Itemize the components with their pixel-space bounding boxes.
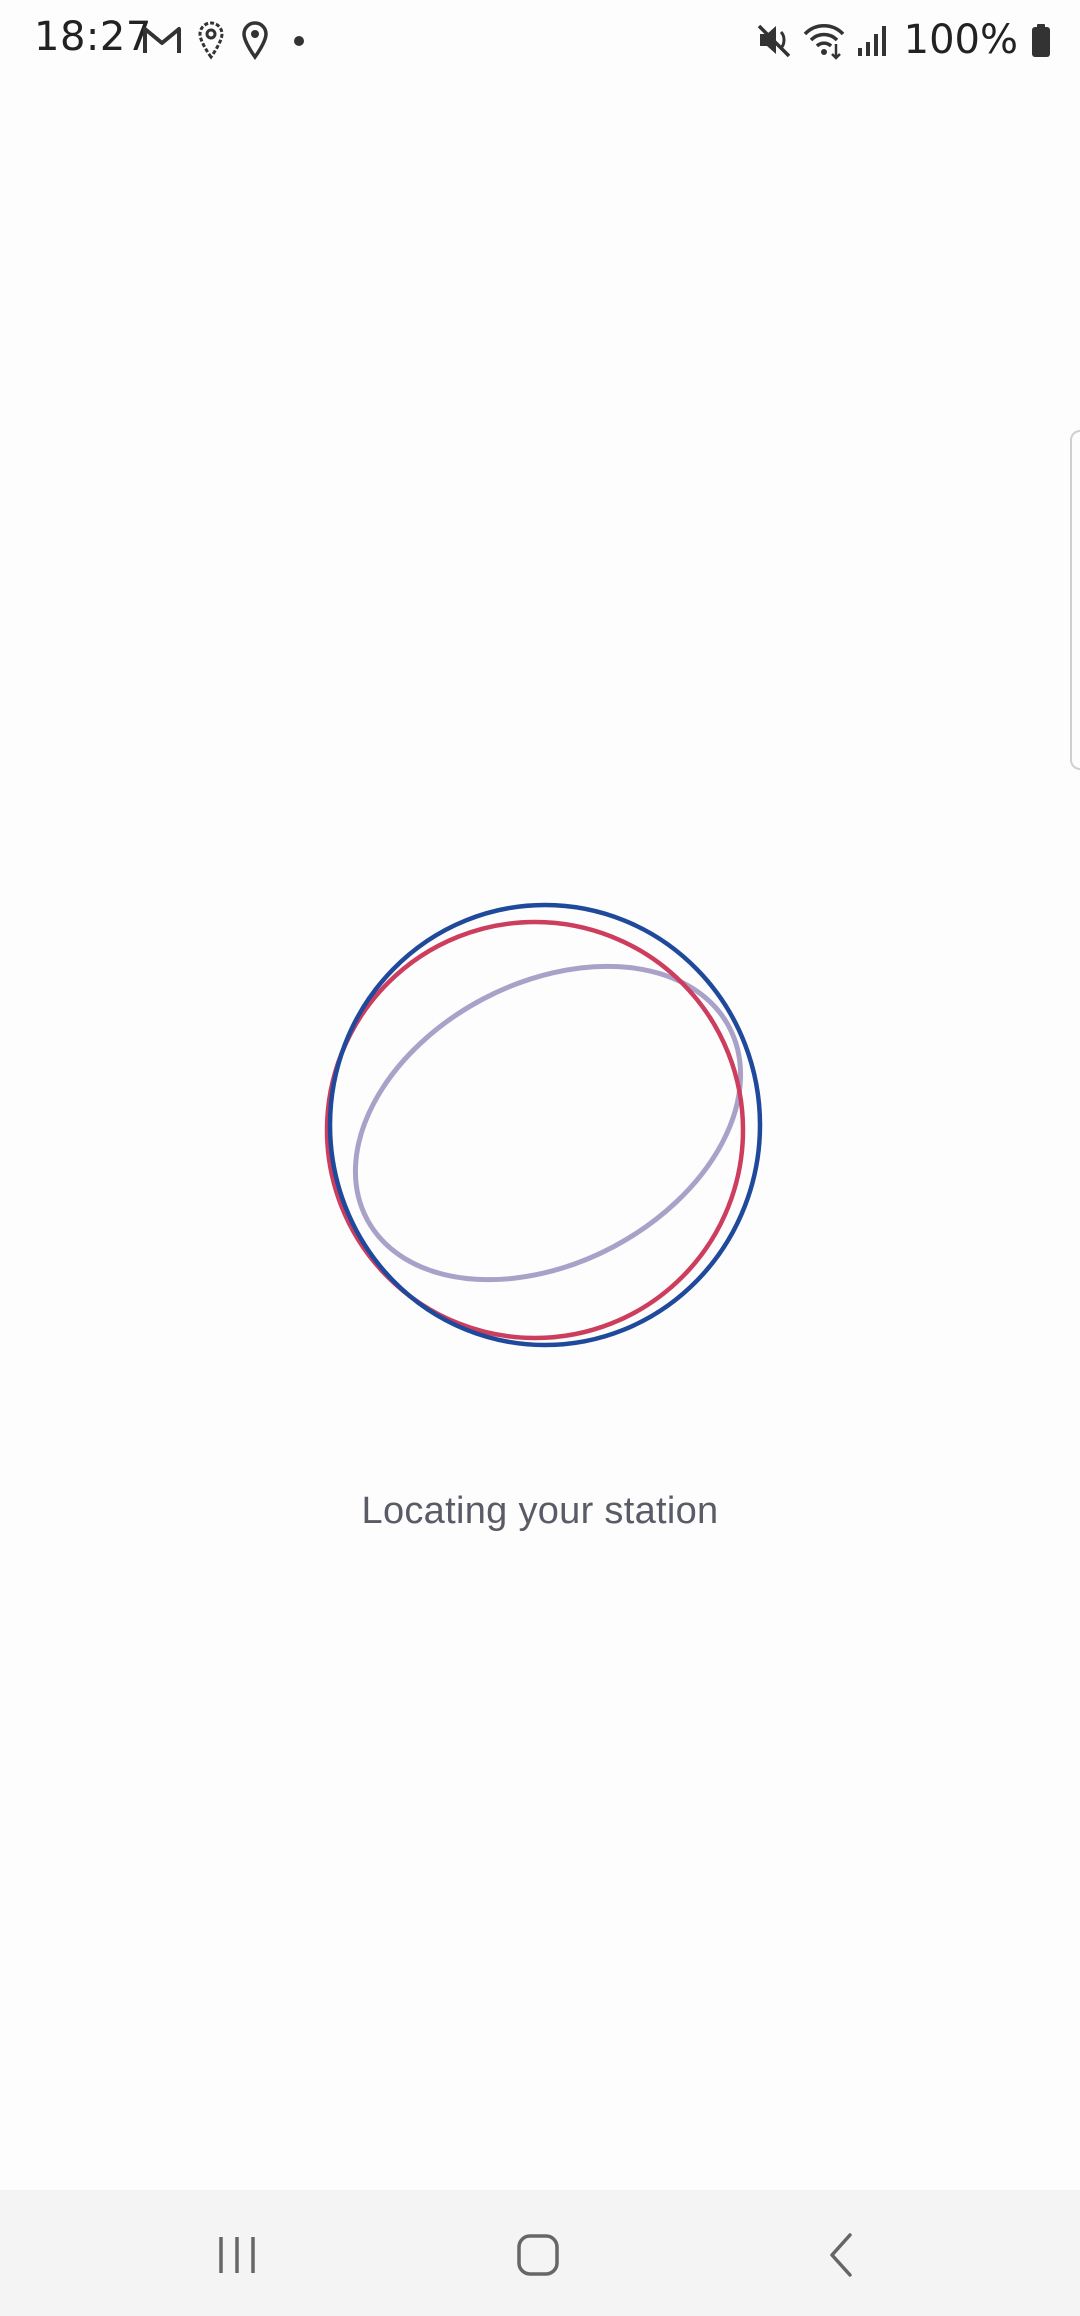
status-system-icons: 100% bbox=[756, 14, 1052, 66]
navigation-bar bbox=[0, 2190, 1080, 2316]
dot-icon bbox=[284, 20, 314, 60]
battery-icon bbox=[1030, 20, 1052, 60]
status-notification-icons bbox=[142, 18, 314, 62]
location-icon bbox=[240, 20, 270, 60]
status-bar: 18:27 100% bbox=[0, 0, 1080, 82]
battery-percent: 100% bbox=[903, 17, 1018, 63]
status-time: 18:27 bbox=[34, 14, 152, 60]
recents-icon bbox=[215, 2233, 259, 2277]
recents-button[interactable] bbox=[177, 2220, 297, 2290]
loading-message: Locating your station bbox=[361, 1490, 719, 1532]
home-icon bbox=[516, 2233, 560, 2277]
signal-icon bbox=[856, 20, 888, 60]
mute-icon bbox=[756, 20, 792, 60]
screen: 18:27 100% Locating your station bbox=[0, 0, 1080, 2316]
wifi-icon bbox=[802, 20, 846, 60]
back-icon bbox=[820, 2231, 864, 2279]
home-button[interactable] bbox=[478, 2220, 598, 2290]
loader-ring-lavender bbox=[352, 963, 744, 1283]
loader-ring-blue bbox=[327, 902, 763, 1348]
gmail-icon bbox=[142, 24, 182, 56]
edge-panel-handle[interactable] bbox=[1070, 430, 1080, 770]
location-outline-icon bbox=[196, 20, 226, 60]
loading-spinner bbox=[300, 880, 780, 1360]
back-button[interactable] bbox=[782, 2220, 902, 2290]
